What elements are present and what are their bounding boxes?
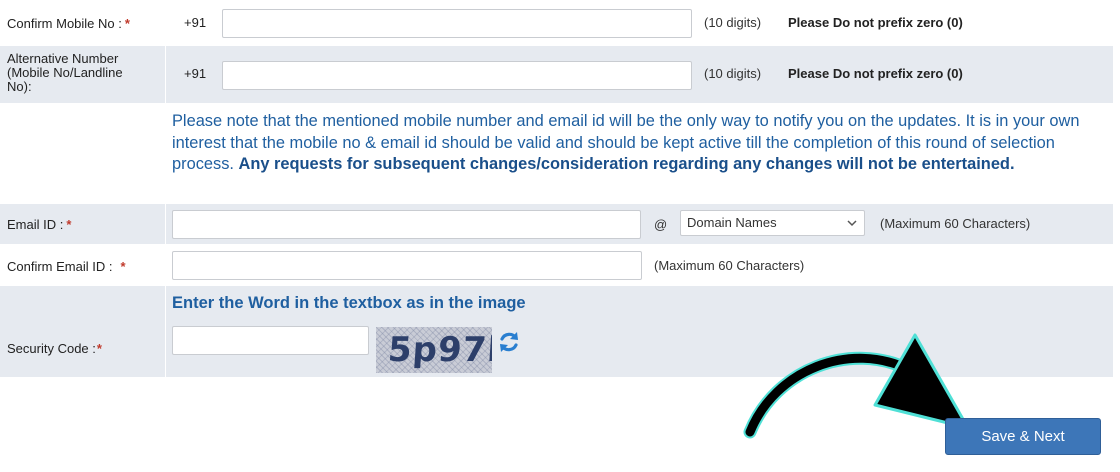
confirm-mobile-label-text: Confirm Mobile No :: [7, 16, 122, 31]
zero-prefix-hint: Please Do not prefix zero (0): [788, 15, 963, 30]
captcha-heading-row: [0, 286, 1113, 320]
digits-hint: (10 digits): [704, 15, 762, 30]
domain-select[interactable]: Domain Names: [680, 210, 865, 236]
required-mark: *: [124, 16, 130, 31]
country-code-prefix: +91: [184, 15, 207, 30]
required-mark: *: [120, 259, 126, 274]
country-code-prefix: +91: [184, 66, 207, 81]
confirm-mobile-row: Confirm Mobile No : * +91 (10 digits) Ple…: [0, 0, 1113, 44]
email-row: Email ID : * @ (Maximum 60 Characters): [0, 204, 1113, 244]
notice-text: Please note that the mentioned mobile nu…: [172, 111, 1102, 176]
zero-prefix-hint: Please Do not prefix zero (0): [788, 66, 963, 81]
email-label-text: Email ID :: [7, 217, 64, 232]
refresh-icon[interactable]: [497, 330, 521, 354]
digits-hint: (10 digits): [704, 66, 762, 81]
security-code-label: Security Code :*: [7, 342, 102, 356]
notice-bold-text: Any requests for subsequent changes/cons…: [238, 155, 1015, 173]
alt-number-label-line1: Alternative Number: [7, 51, 119, 66]
captcha-image: 5p97h: [376, 327, 492, 373]
column-divider: [165, 320, 166, 377]
security-code-label-text: Security Code :: [7, 341, 96, 356]
max-chars-hint: (Maximum 60 Characters): [880, 216, 1031, 231]
chevron-down-icon: [847, 220, 857, 227]
email-input[interactable]: [172, 210, 641, 239]
alt-number-input[interactable]: [222, 61, 692, 90]
domain-select-value: Domain Names: [687, 215, 777, 230]
pointer-arrow-icon: [743, 333, 970, 439]
column-divider: [165, 46, 166, 103]
confirm-email-label-text: Confirm Email ID :: [7, 259, 113, 274]
alt-number-label-line3: No):: [7, 79, 32, 94]
alt-number-label-line2: (Mobile No/Landline: [7, 65, 123, 80]
save-next-button[interactable]: Save & Next: [945, 418, 1101, 455]
captcha-heading: Enter the Word in the textbox as in the …: [172, 294, 526, 312]
confirm-email-label: Confirm Email ID : *: [7, 260, 126, 274]
confirm-email-input[interactable]: [172, 251, 642, 280]
confirm-email-row: Confirm Email ID : * (Maximum 60 Characte…: [0, 244, 1113, 286]
alt-number-label: Alternative Number (Mobile No/Landline N…: [7, 52, 123, 94]
security-code-input[interactable]: [172, 326, 369, 355]
confirm-mobile-input[interactable]: [222, 9, 692, 38]
required-mark: *: [66, 217, 72, 232]
required-mark: *: [96, 341, 102, 356]
column-divider: [165, 286, 166, 320]
column-divider: [165, 204, 166, 244]
at-symbol: @: [654, 217, 668, 232]
confirm-mobile-label: Confirm Mobile No : *: [7, 17, 130, 31]
alt-number-row: Alternative Number (Mobile No/Landline N…: [0, 46, 1113, 103]
email-label: Email ID : *: [7, 218, 71, 232]
max-chars-hint: (Maximum 60 Characters): [654, 258, 805, 273]
captcha-text: 5p97h: [386, 330, 492, 370]
